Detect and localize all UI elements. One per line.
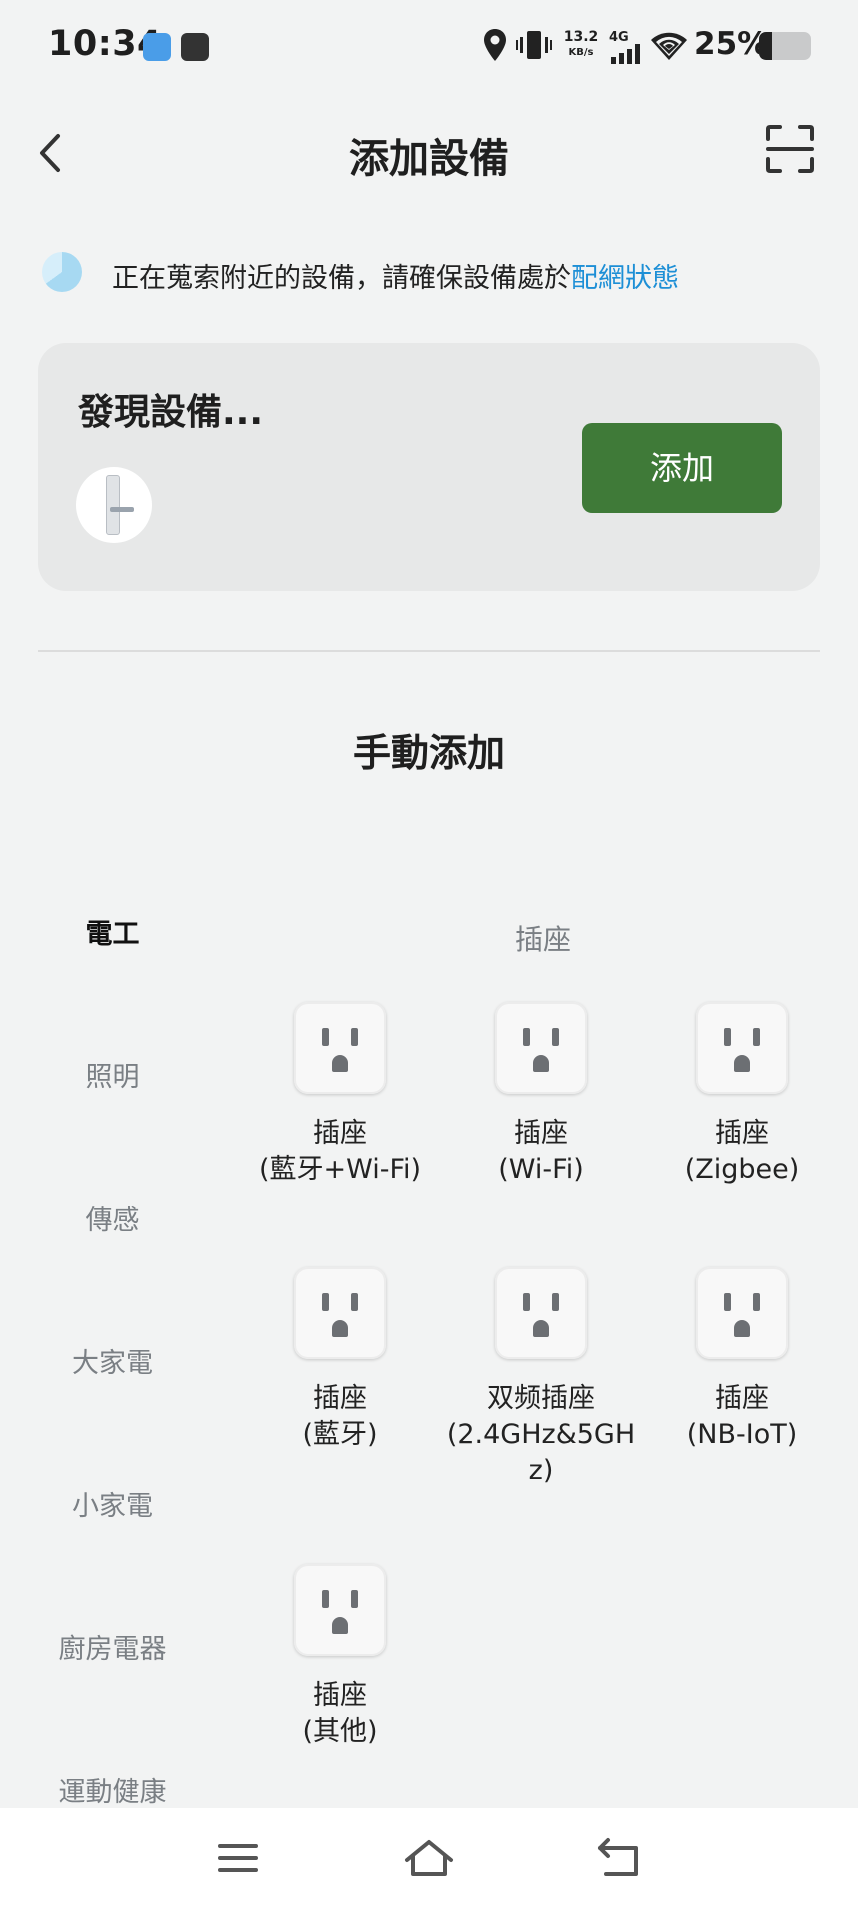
category-sports-health[interactable]: 運動健康 <box>0 1770 225 1809</box>
discovered-device-thumbnail[interactable] <box>76 467 152 543</box>
system-nav-bar <box>0 1808 858 1907</box>
manual-add-title: 手動添加 <box>352 731 505 775</box>
location-icon <box>484 29 506 61</box>
socket-icon <box>294 1564 386 1656</box>
network-type: 4G <box>609 30 629 45</box>
searching-notice: 正在蒐索附近的設備，請確保設備處於配網狀態 <box>40 248 820 296</box>
app-notification-icon <box>143 33 171 61</box>
device-socket-bluetooth[interactable]: 插座 (藍牙) <box>240 1267 440 1453</box>
category-electrical[interactable]: 電工 <box>0 912 225 951</box>
add-discovered-device-button[interactable]: 添加 <box>582 423 782 513</box>
socket-icon <box>294 1267 386 1359</box>
header: 添加設備 <box>0 96 858 206</box>
device-socket-bluetooth-wifi[interactable]: 插座 (藍牙+Wi-Fi) <box>240 1002 440 1188</box>
device-socket-dual-band[interactable]: 双频插座 (2.4GHz&5GH z) <box>441 1267 641 1489</box>
category-kitchen-appliances[interactable]: 廚房電器 <box>0 1627 225 1666</box>
device-label: 双频插座 (2.4GHz&5GH z) <box>446 1383 636 1486</box>
category-sensors[interactable]: 傳感 <box>0 1198 225 1237</box>
device-socket-other[interactable]: 插座 (其他) <box>240 1564 440 1750</box>
category-large-appliances[interactable]: 大家電 <box>0 1341 225 1380</box>
discovered-devices-card: 發現設備... 添加 <box>38 343 820 591</box>
socket-icon <box>294 1002 386 1094</box>
battery-level-fill <box>759 32 772 60</box>
socket-icon <box>696 1002 788 1094</box>
page-title: 添加設備 <box>349 136 509 182</box>
notice-text: 正在蒐索附近的設備，請確保設備處於 <box>112 263 571 294</box>
wifi-icon <box>651 32 687 60</box>
smart-lock-icon <box>106 475 120 535</box>
section-title-sockets: 插座 <box>514 923 571 956</box>
battery-icon <box>759 32 811 60</box>
category-lighting[interactable]: 照明 <box>0 1055 225 1094</box>
device-label: 插座 (NB-IoT) <box>686 1383 798 1450</box>
status-bar: 10:34 13.2 KB/s 4G 25% <box>0 0 858 96</box>
device-socket-zigbee[interactable]: 插座 (Zigbee) <box>642 1002 842 1188</box>
device-label: 插座 (藍牙) <box>302 1383 378 1450</box>
device-label: 插座 (藍牙+Wi-Fi) <box>258 1118 422 1185</box>
device-label: 插座 (Zigbee) <box>684 1118 800 1185</box>
home-icon[interactable] <box>399 1830 459 1886</box>
vibrate-icon <box>516 31 552 59</box>
device-label: 插座 (其他) <box>302 1680 378 1747</box>
searching-spinner-icon <box>42 252 82 292</box>
device-label: 插座 (Wi-Fi) <box>498 1118 584 1185</box>
discover-title: 發現設備... <box>78 392 264 433</box>
battery-percent: 25% <box>694 26 769 62</box>
back-nav-icon[interactable] <box>590 1830 650 1886</box>
pairing-mode-link[interactable]: 配網狀態 <box>571 263 679 294</box>
net-speed: 13.2 KB/s <box>563 29 599 59</box>
device-socket-wifi[interactable]: 插座 (Wi-Fi) <box>441 1002 641 1188</box>
socket-icon <box>495 1002 587 1094</box>
category-small-appliances[interactable]: 小家電 <box>0 1484 225 1523</box>
divider <box>38 650 820 652</box>
device-socket-nb-iot[interactable]: 插座 (NB-IoT) <box>642 1267 842 1453</box>
scan-qr-button[interactable] <box>765 124 815 174</box>
signal-icon <box>611 44 640 64</box>
socket-icon <box>495 1267 587 1359</box>
socket-icon <box>696 1267 788 1359</box>
menu-icon[interactable] <box>208 1830 268 1886</box>
game-notification-icon <box>181 33 209 61</box>
